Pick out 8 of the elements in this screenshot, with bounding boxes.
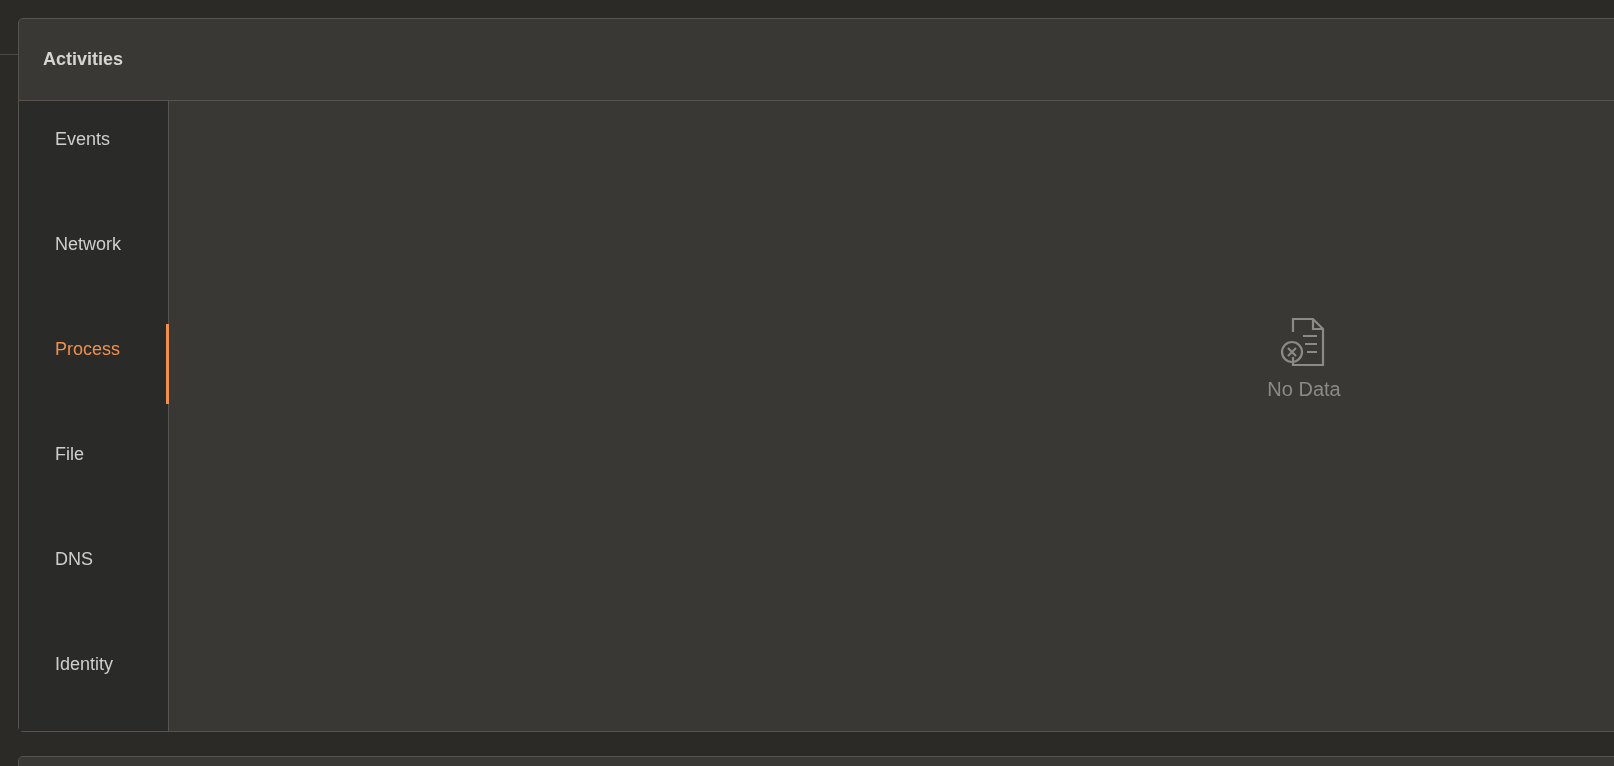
no-data-text: No Data <box>1267 378 1341 401</box>
sidebar-tab[interactable]: Identity <box>19 626 168 731</box>
panel-title: Activities <box>43 49 124 70</box>
sidebar-tab[interactable]: File <box>19 416 168 521</box>
sidebar-tab[interactable]: DNS <box>19 521 168 626</box>
sidebar-tab[interactable]: Network <box>19 206 168 311</box>
sidebar-tab[interactable]: Events <box>19 101 168 206</box>
sidebar-tab[interactable]: Process <box>19 311 168 416</box>
